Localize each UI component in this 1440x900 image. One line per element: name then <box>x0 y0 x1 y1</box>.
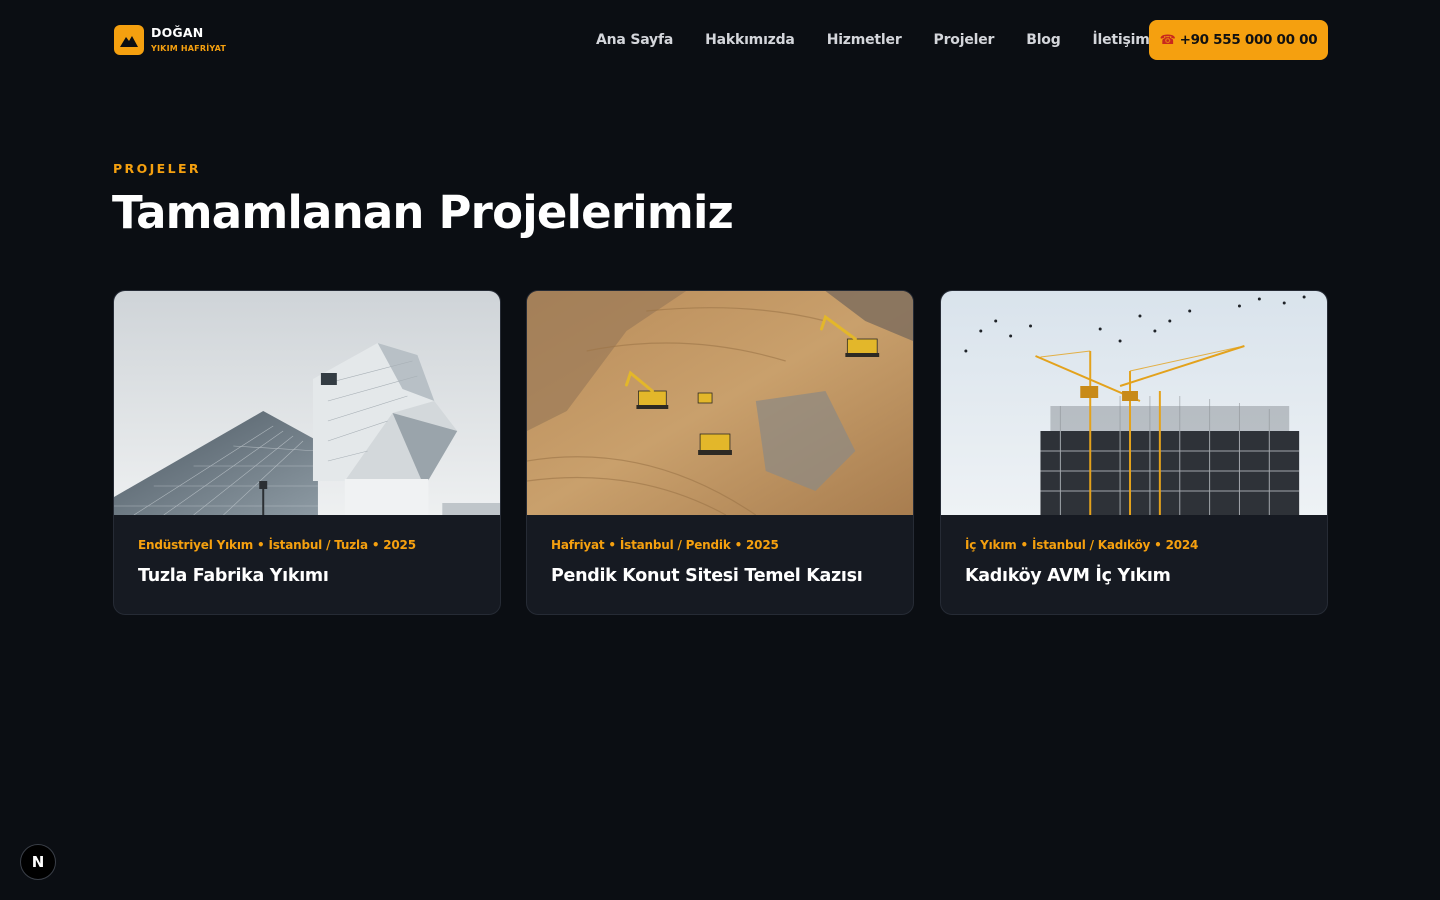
nav-item-projeler[interactable]: Projeler <box>934 32 995 48</box>
project-image-excavation <box>527 291 913 515</box>
project-list: Endüstriyel Yıkım • İstanbul / Tuzla • 2… <box>113 290 1328 615</box>
project-title: Kadıköy AVM İç Yıkım <box>965 566 1171 586</box>
project-image-construction <box>941 291 1327 515</box>
logo-title: DOĞAN <box>151 25 204 41</box>
phone-cta-label: +90 555 000 00 00 <box>1179 32 1318 48</box>
nav-item-hizmetler[interactable]: Hizmetler <box>827 32 902 48</box>
section-eyebrow: PROJELER <box>113 161 201 176</box>
phone-cta-button[interactable]: ☎ +90 555 000 00 00 <box>1149 20 1328 60</box>
logo[interactable]: DOĞAN YIKIM HAFRİYAT <box>114 24 226 56</box>
site-header: DOĞAN YIKIM HAFRİYAT Ana Sayfa Hakkımızd… <box>0 0 1440 80</box>
logo-subtitle: YIKIM HAFRİYAT <box>151 43 227 53</box>
project-title: Tuzla Fabrika Yıkımı <box>138 566 329 586</box>
main-nav: Ana Sayfa Hakkımızda Hizmetler Projeler … <box>596 30 1182 50</box>
project-meta: Endüstriyel Yıkım • İstanbul / Tuzla • 2… <box>138 538 416 552</box>
mountain-icon <box>114 25 144 55</box>
project-meta: Hafriyat • İstanbul / Pendik • 2025 <box>551 538 779 552</box>
dev-tools-badge[interactable]: N <box>20 844 56 880</box>
nav-item-iletisim[interactable]: İletişim <box>1093 32 1150 48</box>
project-title: Pendik Konut Sitesi Temel Kazısı <box>551 566 863 586</box>
page-title: Tamamlanan Projelerimiz <box>112 186 734 239</box>
project-card[interactable]: İç Yıkım • İstanbul / Kadıköy • 2024 Kad… <box>940 290 1328 615</box>
nav-item-ana-sayfa[interactable]: Ana Sayfa <box>596 32 673 48</box>
project-card[interactable]: Hafriyat • İstanbul / Pendik • 2025 Pend… <box>526 290 914 615</box>
project-meta: İç Yıkım • İstanbul / Kadıköy • 2024 <box>965 538 1199 552</box>
project-image-building <box>114 291 500 515</box>
phone-icon: ☎ <box>1159 32 1176 48</box>
project-card[interactable]: Endüstriyel Yıkım • İstanbul / Tuzla • 2… <box>113 290 501 615</box>
nav-item-hakkimizda[interactable]: Hakkımızda <box>705 32 795 48</box>
nav-item-blog[interactable]: Blog <box>1026 32 1061 48</box>
